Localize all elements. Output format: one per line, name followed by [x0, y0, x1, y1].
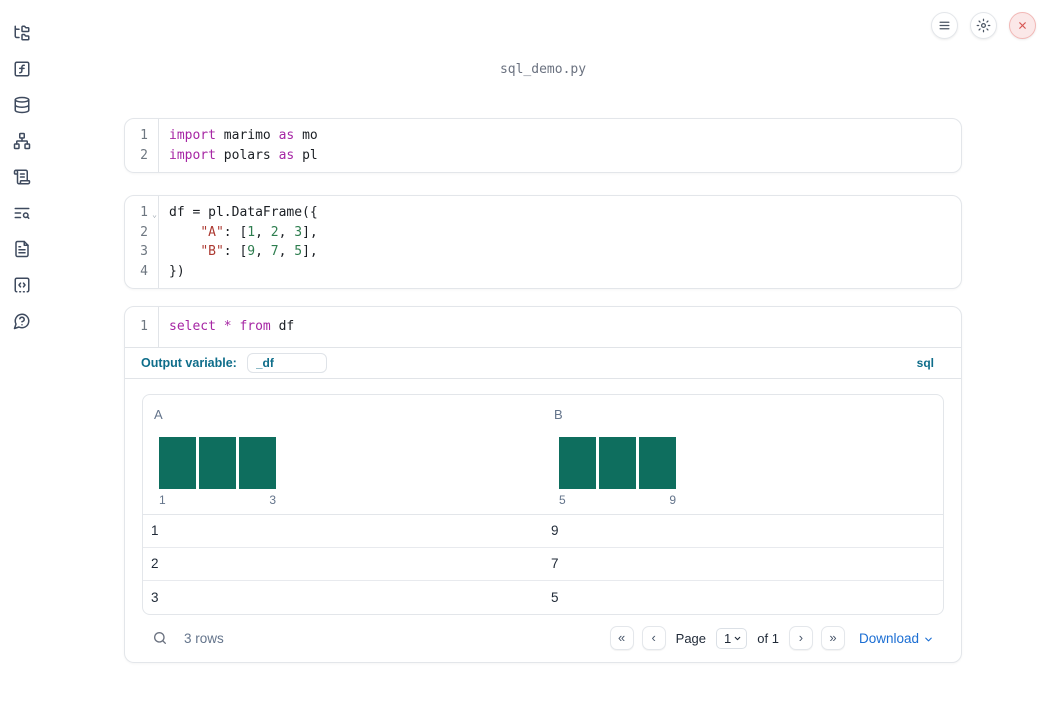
file-tree-icon[interactable]: [13, 24, 31, 42]
chevron-down-icon: [925, 637, 932, 641]
output-variable-row: Output variable: sql: [125, 346, 961, 378]
settings-gear-icon[interactable]: [970, 12, 997, 39]
table-body: 192735: [143, 515, 943, 614]
hist-bar: [559, 436, 596, 489]
search-icon[interactable]: [152, 630, 168, 646]
hist-bar: [599, 436, 636, 489]
line-number: 1: [140, 319, 148, 334]
language-badge[interactable]: sql: [917, 356, 934, 370]
table-row: 19: [143, 515, 943, 548]
table-row: 35: [143, 581, 943, 614]
prev-page-button[interactable]: ‹: [641, 626, 666, 650]
tick-min: 1: [159, 492, 166, 507]
column-name: A: [154, 406, 163, 422]
column-header-b: B 5 9: [543, 395, 943, 514]
logs-scroll-icon[interactable]: [13, 168, 31, 186]
code-cell-dataframe: 1 ⌄ 2 3 4 df = pl.DataFrame({ "A": [1, 2, 3],…: [124, 195, 962, 289]
document-icon[interactable]: [13, 240, 31, 258]
list-search-icon[interactable]: [13, 204, 31, 222]
function-square-icon[interactable]: [13, 60, 31, 78]
table-row: 27: [143, 548, 943, 581]
line-number: 1: [140, 128, 148, 143]
sql-cell: 1 select * from df Output variable: sql A…: [124, 306, 962, 663]
table-cell: 2: [151, 556, 159, 571]
pagination: « ‹ Page 1 of 1 › »: [609, 626, 845, 650]
chevron-down-icon: [734, 636, 741, 640]
histogram-ticks: 5 9: [559, 493, 676, 507]
last-page-button[interactable]: »: [820, 626, 845, 650]
hist-bar: [239, 436, 276, 489]
code-line: }): [169, 263, 185, 279]
page-of-label: of 1: [757, 630, 779, 646]
table-cell: 7: [551, 556, 559, 571]
line-number: 2: [140, 224, 148, 240]
code-editor[interactable]: 1 2 import marimo as mo import polars as pl: [125, 119, 961, 172]
table-cell: 9: [551, 523, 559, 538]
code-editor[interactable]: 1 ⌄ 2 3 4 df = pl.DataFrame({ "A": [1, 2, 3],…: [125, 196, 961, 288]
code-line: "A": [1, 2, 3],: [200, 224, 318, 240]
code-line: "B": [9, 7, 5],: [200, 244, 318, 259]
help-question-icon[interactable]: [13, 312, 31, 330]
hist-bar: [639, 436, 676, 489]
tick-max: 9: [669, 492, 676, 507]
tick-max: 3: [269, 492, 276, 507]
cell-output: A 1 3 B 5 9 1 9 2 7 3 5 3 rows « ‹ Page …: [125, 377, 961, 662]
top-right-controls: [931, 12, 1036, 39]
histogram-bars: [559, 436, 676, 489]
code-line: df = pl.DataFrame({: [169, 205, 318, 220]
database-icon[interactable]: [13, 96, 31, 114]
snippets-code-icon[interactable]: [13, 276, 31, 294]
table-footer: 3 rows « ‹ Page 1 of 1 › » Download: [142, 615, 944, 662]
line-number: 2: [140, 147, 148, 163]
code-line: import polars as pl: [169, 147, 318, 163]
output-variable-input[interactable]: [246, 352, 327, 373]
row-count-label: 3 rows: [184, 630, 224, 646]
table-cell: 1: [151, 523, 159, 538]
tick-min: 5: [559, 492, 566, 507]
hist-bar: [199, 436, 236, 489]
page-select-value: 1: [724, 630, 732, 646]
close-x-icon[interactable]: [1009, 12, 1036, 39]
download-label: Download: [858, 630, 919, 646]
column-histogram: 1 3: [159, 436, 276, 507]
sidebar: [0, 0, 44, 713]
line-number: 1 ⌄: [125, 203, 158, 223]
next-page-button[interactable]: ›: [788, 626, 813, 650]
page-label: Page: [675, 630, 707, 646]
notebook-filename: sql_demo.py: [499, 62, 587, 77]
dependency-graph-icon[interactable]: [13, 132, 31, 150]
menu-icon[interactable]: [931, 12, 958, 39]
histogram-bars: [159, 436, 276, 489]
table-cell: 5: [551, 589, 559, 605]
line-number: 3: [140, 244, 148, 259]
first-page-button[interactable]: «: [609, 626, 634, 650]
hist-bar: [159, 436, 196, 489]
code-line: select * from df: [169, 319, 295, 334]
column-name: B: [554, 406, 563, 422]
histogram-ticks: 1 3: [159, 493, 276, 507]
code-cell-imports: 1 2 import marimo as mo import polars as pl: [124, 118, 962, 173]
table-header: A 1 3 B 5 9: [143, 395, 943, 515]
notebook: sql_demo.py 1 2 import marimo as mo import …: [124, 0, 962, 663]
download-button[interactable]: Download: [859, 631, 934, 646]
sql-editor[interactable]: 1 select * from df: [125, 307, 961, 347]
table-cell: 3: [151, 589, 159, 605]
dataframe-table: A 1 3 B 5 9 1 9 2 7 3 5: [142, 393, 944, 615]
column-histogram: 5 9: [559, 436, 676, 507]
code-line: import marimo as mo: [169, 128, 318, 143]
column-header-a: A 1 3: [143, 395, 543, 514]
page-select[interactable]: 1: [716, 627, 748, 649]
output-variable-label: Output variable:: [141, 355, 237, 370]
line-number: 4: [140, 263, 148, 279]
